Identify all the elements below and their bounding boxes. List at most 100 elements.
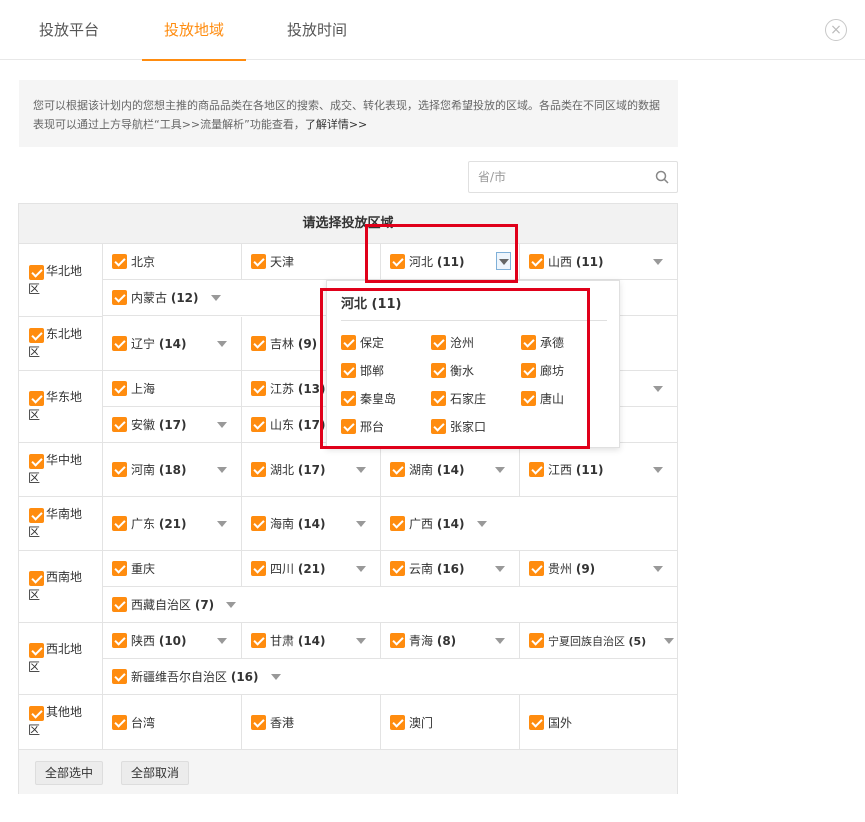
province-cell[interactable]: 山西 (11) <box>520 244 677 280</box>
province-cell[interactable]: 安徽 (17) <box>103 407 242 443</box>
region-northeast[interactable]: 东北地区 <box>19 317 103 371</box>
checkbox-checked-icon[interactable] <box>390 516 405 531</box>
checkbox-checked-icon[interactable] <box>431 391 446 406</box>
checkbox-checked-icon[interactable] <box>251 714 266 730</box>
checkbox-checked-icon[interactable] <box>390 633 405 648</box>
province-cell[interactable]: 云南 (16) <box>381 551 520 587</box>
checkbox-checked-icon[interactable] <box>431 419 446 434</box>
caret-down-icon[interactable] <box>210 294 221 301</box>
province-cell[interactable]: 澳门 <box>381 695 520 750</box>
checkbox-checked-icon[interactable] <box>251 633 266 648</box>
caret-down-icon[interactable] <box>217 467 227 473</box>
checkbox-checked-icon[interactable] <box>341 363 356 378</box>
city-item[interactable]: 廊坊 <box>521 362 564 379</box>
caret-down-icon[interactable] <box>356 566 366 572</box>
province-cell[interactable]: 贵州 (9) <box>520 551 677 587</box>
city-item[interactable]: 唐山 <box>521 390 564 407</box>
checkbox-checked-icon[interactable] <box>390 561 405 576</box>
checkbox-checked-icon[interactable] <box>112 669 127 684</box>
checkbox-checked-icon[interactable] <box>251 336 266 351</box>
checkbox-checked-icon[interactable] <box>112 714 127 730</box>
checkbox-checked-icon[interactable] <box>341 335 356 350</box>
province-cell[interactable]: 河南 (18) <box>103 443 242 497</box>
checkbox-checked-icon[interactable] <box>251 462 266 477</box>
region-east-china[interactable]: 华东地区 <box>19 371 103 443</box>
city-item[interactable]: 邯郸 <box>341 362 384 379</box>
caret-down-icon[interactable] <box>476 520 487 527</box>
province-cell[interactable]: 陕西 (10) <box>103 623 242 659</box>
checkbox-checked-icon[interactable] <box>112 516 127 531</box>
checkbox-checked-icon[interactable] <box>529 714 544 730</box>
tab-time[interactable]: 投放时间 <box>284 0 350 60</box>
caret-down-icon[interactable] <box>270 673 281 680</box>
checkbox-checked-icon[interactable] <box>112 336 127 351</box>
region-northwest[interactable]: 西北地区 <box>19 623 103 695</box>
region-southwest[interactable]: 西南地区 <box>19 551 103 623</box>
province-cell[interactable]: 甘肃 (14) <box>242 623 381 659</box>
region-central-china[interactable]: 华中地区 <box>19 443 103 497</box>
hebei-dropdown-icon[interactable] <box>496 252 511 270</box>
province-cell[interactable]: 辽宁 (14) <box>103 317 242 371</box>
city-item[interactable]: 衡水 <box>431 362 474 379</box>
province-cell[interactable]: 湖南 (14) <box>381 443 520 497</box>
caret-down-icon[interactable] <box>356 521 366 527</box>
region-south-china[interactable]: 华南地区 <box>19 497 103 551</box>
search-icon[interactable] <box>655 170 669 184</box>
checkbox-checked-icon[interactable] <box>521 391 536 406</box>
province-cell[interactable]: 台湾 <box>103 695 242 750</box>
search-input[interactable] <box>469 162 649 192</box>
checkbox-checked-icon[interactable] <box>112 417 127 432</box>
checkbox-checked-icon[interactable] <box>112 290 127 305</box>
learn-more-link[interactable]: 了解详情>> <box>305 118 367 131</box>
caret-down-icon[interactable] <box>653 467 663 473</box>
checkbox-checked-icon[interactable] <box>529 633 544 648</box>
region-north-china[interactable]: 华北地区 <box>19 244 103 317</box>
province-cell[interactable]: 江西 (11) <box>520 443 677 497</box>
checkbox-checked-icon[interactable] <box>112 254 127 269</box>
province-cell[interactable]: 天津 <box>242 244 381 280</box>
checkbox-checked-icon[interactable] <box>521 363 536 378</box>
region-other[interactable]: 其他地区 <box>19 695 103 750</box>
province-cell[interactable]: 广东 (21) <box>103 497 242 551</box>
checkbox-checked-icon[interactable] <box>251 561 266 576</box>
caret-down-icon[interactable] <box>495 467 505 473</box>
province-cell[interactable]: 广西 (14) <box>381 497 677 551</box>
checkbox-checked-icon[interactable] <box>529 254 544 269</box>
province-cell[interactable]: 湖北 (17) <box>242 443 381 497</box>
city-item[interactable]: 保定 <box>341 334 384 351</box>
caret-down-icon[interactable] <box>653 259 663 265</box>
close-icon[interactable]: × <box>825 19 847 41</box>
tab-platform[interactable]: 投放平台 <box>36 0 102 60</box>
caret-down-icon[interactable] <box>653 566 663 572</box>
caret-down-icon[interactable] <box>653 386 663 392</box>
province-cell[interactable]: 青海 (8) <box>381 623 520 659</box>
caret-down-icon[interactable] <box>217 521 227 527</box>
tab-region[interactable]: 投放地域 <box>142 0 246 61</box>
caret-down-icon[interactable] <box>226 601 237 608</box>
caret-down-icon[interactable] <box>356 467 366 473</box>
caret-down-icon[interactable] <box>495 638 505 644</box>
checkbox-checked-icon[interactable] <box>341 391 356 406</box>
checkbox-checked-icon[interactable] <box>431 363 446 378</box>
caret-down-icon[interactable] <box>217 422 227 428</box>
checkbox-checked-icon[interactable] <box>390 714 405 730</box>
caret-down-icon[interactable] <box>217 341 227 347</box>
province-cell[interactable]: 四川 (21) <box>242 551 381 587</box>
province-cell[interactable]: 北京 <box>103 244 242 280</box>
checkbox-checked-icon[interactable] <box>112 633 127 648</box>
checkbox-checked-icon[interactable] <box>251 516 266 531</box>
checkbox-checked-icon[interactable] <box>251 381 266 396</box>
city-item[interactable]: 秦皇岛 <box>341 390 396 407</box>
province-cell[interactable]: 香港 <box>242 695 381 750</box>
caret-down-icon[interactable] <box>664 638 674 644</box>
checkbox-checked-icon[interactable] <box>112 462 127 477</box>
deselect-all-button[interactable]: 全部取消 <box>121 761 190 785</box>
checkbox-checked-icon[interactable] <box>251 254 266 269</box>
checkbox-checked-icon[interactable] <box>529 462 544 477</box>
province-cell[interactable]: 西藏自治区 (7) <box>103 587 677 623</box>
checkbox-checked-icon[interactable] <box>112 597 127 612</box>
city-item[interactable]: 邢台 <box>341 418 384 435</box>
caret-down-icon[interactable] <box>495 566 505 572</box>
province-cell[interactable]: 重庆 <box>103 551 242 587</box>
city-item[interactable]: 石家庄 <box>431 390 486 407</box>
